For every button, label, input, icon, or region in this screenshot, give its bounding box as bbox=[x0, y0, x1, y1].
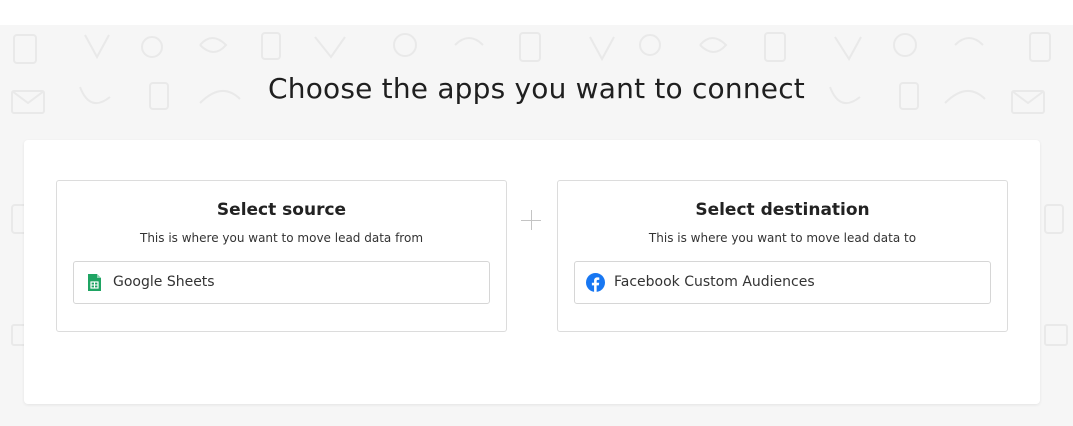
destination-title: Select destination bbox=[695, 200, 870, 220]
source-subtitle: This is where you want to move lead data… bbox=[139, 231, 424, 245]
app-connect-card: Select source This is where you want to … bbox=[24, 140, 1040, 404]
destination-panel: Select destination This is where you wan… bbox=[557, 180, 1008, 332]
destination-app-label: Facebook Custom Audiences bbox=[614, 274, 815, 290]
page-heading: Choose the apps you want to connect bbox=[268, 72, 805, 105]
source-app-select[interactable]: Google Sheets bbox=[73, 261, 490, 304]
facebook-icon bbox=[586, 273, 605, 292]
source-panel: Select source This is where you want to … bbox=[56, 180, 507, 332]
destination-subtitle: This is where you want to move lead data… bbox=[648, 231, 917, 245]
top-bar bbox=[0, 0, 1073, 25]
google-sheets-icon bbox=[88, 274, 101, 291]
source-title: Select source bbox=[216, 200, 347, 220]
source-app-label: Google Sheets bbox=[113, 274, 215, 290]
destination-app-select[interactable]: Facebook Custom Audiences bbox=[574, 261, 991, 304]
plus-icon bbox=[521, 210, 543, 232]
